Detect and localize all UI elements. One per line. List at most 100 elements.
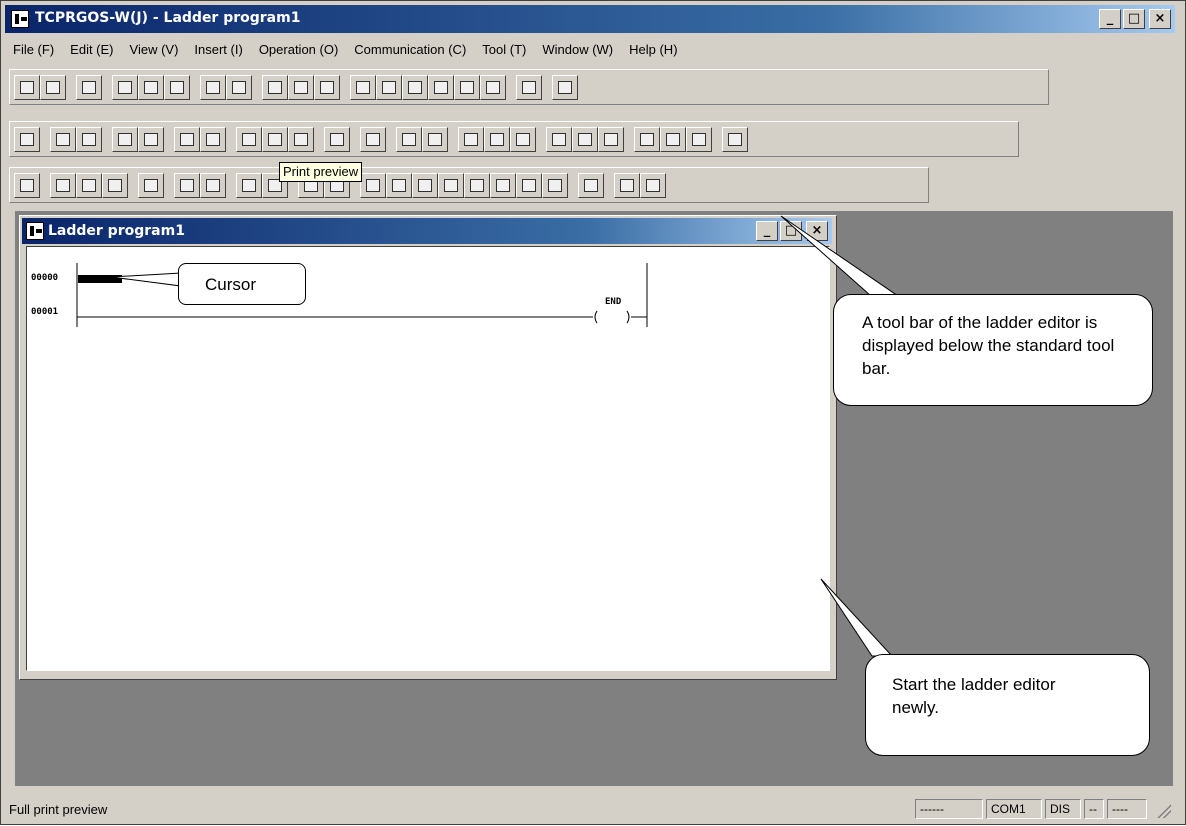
count-icon[interactable] (722, 127, 748, 152)
dmt-icon[interactable] (546, 127, 572, 152)
ladder-program-window: Ladder program1 _ □ × 00000 00001 END (19, 215, 837, 680)
end-coil-left (594, 310, 598, 324)
child-minimize-button[interactable]: _ (756, 221, 778, 241)
status-pane-4: -- (1084, 799, 1104, 819)
write-icon[interactable] (76, 75, 102, 100)
reg-icon[interactable] (376, 75, 402, 100)
toolbar-callout: A tool bar of the ladder editor is displ… (833, 294, 1153, 406)
start-editor-callout: Start the ladder editor newly. (865, 654, 1150, 756)
menu-operation[interactable]: Operation (O) (251, 42, 346, 57)
close-button[interactable]: × (1149, 9, 1171, 29)
open-icon[interactable] (40, 75, 66, 100)
menu-communication[interactable]: Communication (C) (346, 42, 474, 57)
vertical-line-icon[interactable] (236, 173, 262, 198)
contact-6-icon[interactable] (490, 173, 516, 198)
maximize-button[interactable]: □ (1123, 9, 1145, 29)
menu-help[interactable]: Help (H) (621, 42, 685, 57)
new-icon[interactable] (14, 75, 40, 100)
error-icon[interactable] (480, 75, 506, 100)
on-icon[interactable] (660, 127, 686, 152)
help-icon[interactable] (516, 75, 542, 100)
transfer-icon[interactable] (112, 75, 138, 100)
status-pane-5: ---- (1107, 799, 1147, 819)
cursor-callout: Cursor (178, 263, 306, 305)
off-icon[interactable] (686, 127, 712, 152)
grid-icon[interactable] (640, 173, 666, 198)
find-icon[interactable] (236, 127, 262, 152)
contact-7-icon[interactable] (516, 173, 542, 198)
mps-icon[interactable] (552, 75, 578, 100)
child-window-title: Ladder program1 (48, 223, 185, 239)
menu-file[interactable]: File (F) (5, 42, 62, 57)
tag-1-icon[interactable] (572, 127, 598, 152)
menu-window[interactable]: Window (W) (534, 42, 621, 57)
pencil-icon[interactable] (138, 173, 164, 198)
status-pane-com: COM1 (986, 799, 1042, 819)
find-down-icon[interactable] (288, 127, 314, 152)
contact-3-icon[interactable] (412, 173, 438, 198)
module-icon[interactable] (350, 75, 376, 100)
title-bar[interactable]: TCPRGOS-W(J) - Ladder program1 _ □ × (5, 5, 1175, 33)
print-preview-icon[interactable] (200, 127, 226, 152)
ladder-edit-toolbar (9, 167, 929, 203)
child-title-bar[interactable]: Ladder program1 _ □ × (22, 218, 832, 244)
verify-icon[interactable] (164, 75, 190, 100)
status-pane-1: ------ (915, 799, 983, 819)
branch-icon[interactable] (200, 173, 226, 198)
cut-icon[interactable] (14, 127, 40, 152)
end-instruction-label: END (605, 297, 622, 307)
save-icon[interactable] (14, 173, 40, 198)
contact-8-icon[interactable] (542, 173, 568, 198)
menu-tool[interactable]: Tool (T) (474, 42, 534, 57)
rio-icon[interactable] (428, 75, 454, 100)
child-app-icon[interactable] (26, 222, 44, 240)
menu-edit[interactable]: Edit (E) (62, 42, 121, 57)
ladder-rungs (76, 263, 648, 327)
app-icon[interactable] (11, 10, 29, 28)
end-coil-right (626, 310, 630, 324)
tag-4-icon[interactable] (634, 127, 660, 152)
comment-icon[interactable] (360, 127, 386, 152)
cut-icon[interactable] (50, 173, 76, 198)
function-icon[interactable] (578, 173, 604, 198)
tag-2-icon[interactable] (598, 127, 624, 152)
contact-2-icon[interactable] (386, 173, 412, 198)
hash-icon[interactable] (454, 75, 480, 100)
contact-1-icon[interactable] (360, 173, 386, 198)
minimize-button[interactable]: _ (1099, 9, 1121, 29)
window-title: TCPRGOS-W(J) - Ladder program1 (35, 10, 301, 26)
child-close-button[interactable]: × (806, 221, 828, 241)
refresh-icon[interactable] (614, 173, 640, 198)
dec-icon[interactable] (396, 127, 422, 152)
print-icon[interactable] (174, 127, 200, 152)
search-icon[interactable] (112, 127, 138, 152)
mark-icon[interactable] (50, 127, 76, 152)
lightning-icon[interactable] (262, 75, 288, 100)
zoom-4-icon[interactable] (458, 127, 484, 152)
find-up-icon[interactable] (262, 127, 288, 152)
menu-bar: File (F) Edit (E) View (V) Insert (I) Op… (5, 37, 1175, 61)
insert-row-icon[interactable] (174, 173, 200, 198)
compare-icon[interactable] (138, 75, 164, 100)
resize-grip-icon[interactable] (1157, 804, 1171, 818)
unlink-icon[interactable] (288, 75, 314, 100)
link-icon[interactable] (402, 75, 428, 100)
stop-icon[interactable] (226, 75, 252, 100)
contact-4-icon[interactable] (438, 173, 464, 198)
marked-icon[interactable] (76, 127, 102, 152)
copy-icon[interactable] (76, 173, 102, 198)
block-icon[interactable] (324, 127, 350, 152)
menu-insert[interactable]: Insert (I) (186, 42, 250, 57)
zoom-6-icon[interactable] (484, 127, 510, 152)
edit-icon[interactable] (138, 127, 164, 152)
contact-5-icon[interactable] (464, 173, 490, 198)
hex-icon[interactable] (422, 127, 448, 152)
edit-properties-icon[interactable] (314, 75, 340, 100)
zoom-8-icon[interactable] (510, 127, 536, 152)
run-icon[interactable] (200, 75, 226, 100)
child-maximize-button[interactable]: □ (780, 221, 802, 241)
cursor-block (78, 275, 122, 283)
menu-view[interactable]: View (V) (122, 42, 187, 57)
ladder-editor-canvas[interactable]: 00000 00001 END (26, 246, 830, 671)
paste-icon[interactable] (102, 173, 128, 198)
